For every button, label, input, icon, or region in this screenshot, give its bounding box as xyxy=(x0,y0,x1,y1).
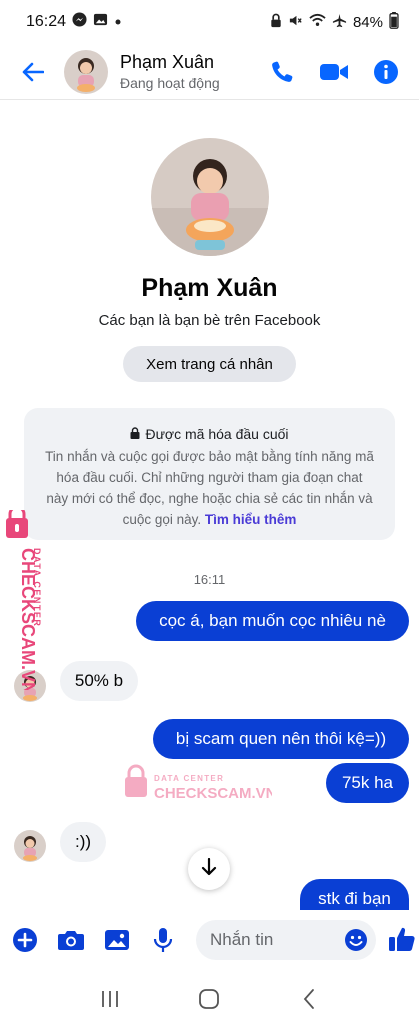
watermark-center: DATA CENTER CHECKSCAM.VN xyxy=(122,764,277,804)
lock-icon xyxy=(270,13,282,32)
message-incoming[interactable]: 50% b xyxy=(60,661,138,701)
message-input-container xyxy=(196,920,376,960)
contact-avatar[interactable] xyxy=(64,49,108,94)
message-input[interactable] xyxy=(210,930,340,950)
contact-message-avatar[interactable] xyxy=(14,830,46,862)
profile-name: Phạm Xuân xyxy=(141,274,278,302)
back-icon[interactable] xyxy=(289,979,329,1019)
message-outgoing[interactable]: cọc á, bạn muốn cọc nhiêu nè xyxy=(136,601,409,641)
watermark-vertical: CHECKSCAM.VN DATA CENTER xyxy=(0,505,48,695)
back-arrow-icon[interactable] xyxy=(16,55,50,89)
microphone-icon[interactable] xyxy=(148,925,178,955)
emoji-icon[interactable] xyxy=(344,928,368,952)
gallery-notification-icon xyxy=(93,12,108,32)
message-timestamp: 16:11 xyxy=(193,572,226,587)
message-outgoing[interactable]: bị scam quen nên thôi kệ=)) xyxy=(153,719,409,759)
more-notifications-dot-icon xyxy=(114,13,122,31)
friendship-status: Các bạn là bạn bè trên Facebook xyxy=(98,312,321,329)
encryption-title: Được mã hóa đầu cuối xyxy=(145,426,289,442)
plus-icon[interactable] xyxy=(10,925,40,955)
svg-text:DATA CENTER: DATA CENTER xyxy=(154,774,224,783)
message-outgoing[interactable]: stk đi bạn xyxy=(300,879,409,910)
watermark-label: DATA CENTER xyxy=(32,548,42,627)
thumbs-up-icon[interactable] xyxy=(388,925,418,955)
message-incoming[interactable]: :)) xyxy=(60,822,106,862)
lock-icon xyxy=(130,426,140,442)
airplane-mode-icon xyxy=(332,13,347,32)
wifi-icon xyxy=(309,13,326,31)
view-profile-button[interactable]: Xem trang cá nhân xyxy=(123,346,296,382)
presence-status: Đang hoạt động xyxy=(120,75,220,91)
status-time: 16:24 xyxy=(26,13,67,30)
status-bar: 16:24 84% xyxy=(0,0,419,44)
learn-more-link[interactable]: Tìm hiểu thêm xyxy=(205,512,297,527)
battery-icon xyxy=(389,11,399,33)
mute-icon xyxy=(288,13,303,32)
conversation-header: Phạm Xuân Đang hoạt động xyxy=(0,44,419,100)
message-outgoing[interactable]: 75k ha xyxy=(326,763,409,803)
messenger-notification-icon xyxy=(72,12,87,32)
arrow-down-icon xyxy=(201,857,217,881)
recent-apps-icon[interactable] xyxy=(90,979,130,1019)
camera-icon[interactable] xyxy=(56,925,86,955)
system-navigation-bar xyxy=(0,974,419,1024)
battery-percent: 84% xyxy=(352,13,383,31)
info-icon[interactable] xyxy=(371,57,401,87)
profile-photo[interactable] xyxy=(151,138,269,256)
contact-name[interactable]: Phạm Xuân xyxy=(120,52,220,73)
message-composer xyxy=(0,910,419,970)
video-call-icon[interactable] xyxy=(319,57,349,87)
voice-call-icon[interactable] xyxy=(267,57,297,87)
svg-text:CHECKSCAM.VN: CHECKSCAM.VN xyxy=(154,785,272,802)
gallery-icon[interactable] xyxy=(102,925,132,955)
encryption-notice: Được mã hóa đầu cuối Tin nhắn và cuộc gọ… xyxy=(24,408,395,540)
scroll-to-bottom-button[interactable] xyxy=(188,848,230,890)
home-icon[interactable] xyxy=(189,979,229,1019)
